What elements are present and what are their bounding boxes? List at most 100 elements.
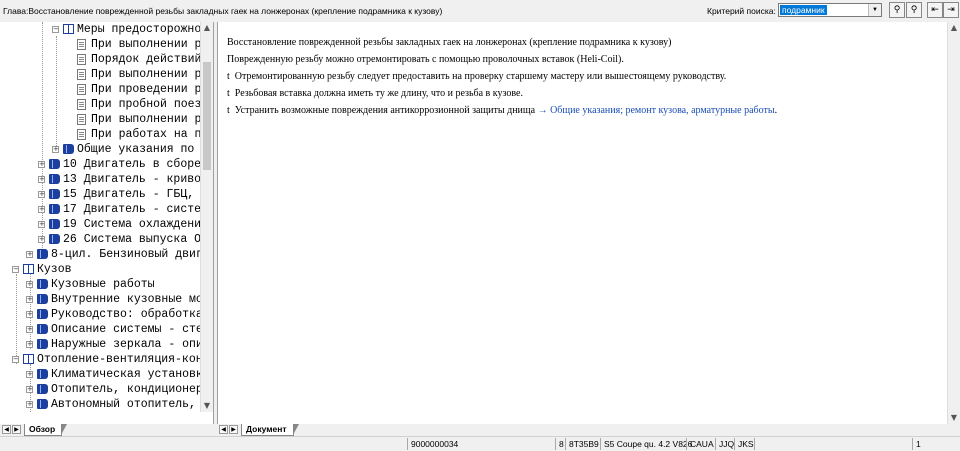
tree-item[interactable]: + Внутренние кузовные мо: [0, 292, 200, 307]
expand-icon[interactable]: +: [26, 251, 33, 258]
tree-item-label: Порядок действий: [91, 53, 200, 66]
scroll-down-icon[interactable]: ▼: [201, 400, 213, 412]
title-bar: Глава:Восстановление поврежденной резьбы…: [0, 0, 960, 22]
tab-prev-button[interactable]: ◀: [219, 425, 228, 434]
search-combobox[interactable]: подрамник ▼: [778, 3, 882, 17]
open-book-icon: [63, 24, 74, 34]
tree-item-label: 8-цил. Бензиновый двиг: [51, 248, 200, 261]
chevron-right-icon: ▶: [231, 426, 236, 433]
expand-icon[interactable]: +: [38, 191, 45, 198]
back-button[interactable]: ⇤: [927, 2, 943, 18]
tree-item[interactable]: +19 Система охлаждени: [0, 217, 200, 232]
scroll-thumb[interactable]: [203, 62, 211, 170]
search-next-button[interactable]: ⚲: [906, 2, 922, 18]
tree-item[interactable]: +26 Система выпуска О: [0, 232, 200, 247]
document-icon: [77, 54, 86, 65]
bullet-glyph: t: [227, 71, 230, 82]
search-input[interactable]: подрамник: [780, 5, 827, 15]
tab-prev-button[interactable]: ◀: [2, 425, 11, 434]
tree-item-label: Кузов: [37, 263, 72, 276]
tree-item[interactable]: При пробной поезд: [0, 97, 200, 112]
forward-button[interactable]: ⇥: [943, 2, 959, 18]
arrow-right-icon: ⇥: [947, 5, 955, 15]
expand-icon[interactable]: +: [26, 386, 33, 393]
tree-item[interactable]: При выполнении р: [0, 67, 200, 82]
book-icon: [37, 294, 48, 304]
expand-icon[interactable]: +: [26, 326, 33, 333]
tree-item[interactable]: + Наружные зеркала - опи: [0, 337, 200, 352]
book-icon: [37, 339, 48, 349]
tree-scrollbar[interactable]: ▲ ▼: [200, 22, 213, 412]
tab-document[interactable]: Документ: [241, 424, 299, 436]
expand-icon[interactable]: +: [38, 176, 45, 183]
book-icon: [63, 144, 74, 154]
book-icon: [37, 309, 48, 319]
cross-reference-link[interactable]: → Общие указания; ремонт кузова, арматур…: [538, 105, 775, 116]
expand-icon[interactable]: +: [26, 296, 33, 303]
tree-item[interactable]: При проведении р: [0, 82, 200, 97]
tab-overview[interactable]: Обзор: [24, 424, 68, 436]
tree-item[interactable]: При выполнении р: [0, 37, 200, 52]
status-cell: 1: [912, 438, 960, 450]
tree-item[interactable]: − Кузов: [0, 262, 200, 277]
left-tabstrip: ◀ ▶ Обзор: [0, 424, 213, 436]
document-scrollbar[interactable]: ▲ ▼: [947, 22, 960, 424]
tree-item[interactable]: Порядок действий: [0, 52, 200, 67]
expand-icon[interactable]: +: [38, 161, 45, 168]
tree-item[interactable]: − Отопление-вентиляция-кон: [0, 352, 200, 367]
tree-item[interactable]: При выполнении р: [0, 112, 200, 127]
tree-item[interactable]: +17 Двигатель - систе: [0, 202, 200, 217]
tab-next-button[interactable]: ▶: [229, 425, 238, 434]
expand-icon[interactable]: +: [26, 281, 33, 288]
bullet-text: Устранить возможные повреждения антикорр…: [234, 105, 536, 116]
tree-item-label: Автономный отопитель,: [51, 398, 196, 411]
scroll-up-icon[interactable]: ▲: [201, 22, 213, 34]
book-icon: [37, 249, 48, 259]
document-content: Восстановление поврежденной резьбы закла…: [227, 34, 947, 119]
expand-icon[interactable]: +: [38, 221, 45, 228]
tree-item[interactable]: + Климатическая установк: [0, 367, 200, 382]
tree-item[interactable]: +15 Двигатель - ГБЦ,: [0, 187, 200, 202]
chevron-down-icon[interactable]: ▼: [868, 4, 881, 16]
scroll-up-icon[interactable]: ▲: [948, 22, 960, 34]
expand-icon[interactable]: +: [26, 311, 33, 318]
collapse-icon[interactable]: −: [52, 26, 59, 33]
scroll-down-icon[interactable]: ▼: [948, 412, 960, 424]
expand-icon[interactable]: +: [52, 146, 59, 153]
tab-next-button[interactable]: ▶: [12, 425, 21, 434]
tree-item[interactable]: + Автономный отопитель,: [0, 397, 200, 412]
tree-item[interactable]: + Кузовные работы: [0, 277, 200, 292]
book-icon: [49, 204, 60, 214]
expand-icon[interactable]: +: [26, 401, 33, 408]
tree-item[interactable]: + Общие указания по: [0, 142, 200, 157]
tree-item[interactable]: + Руководство: обработка: [0, 307, 200, 322]
tree-item-label: 15 Двигатель - ГБЦ,: [63, 188, 195, 201]
tree-item[interactable]: +10 Двигатель в сборе: [0, 157, 200, 172]
expand-icon[interactable]: +: [38, 206, 45, 213]
expand-icon[interactable]: +: [38, 236, 45, 243]
tree-item[interactable]: − Меры предосторожно: [0, 22, 200, 37]
document-icon: [77, 84, 86, 95]
search-button[interactable]: ⚲: [889, 2, 905, 18]
tree-item-label: Внутренние кузовные мо: [51, 293, 200, 306]
tree-item-label: Климатическая установк: [51, 368, 200, 381]
contents-tree[interactable]: − Меры предосторожно При выполнении р Поряд…: [0, 22, 200, 412]
expand-icon[interactable]: +: [26, 341, 33, 348]
status-cell: JKS: [734, 438, 754, 450]
tree-item[interactable]: + Отопитель, кондиционер: [0, 382, 200, 397]
document-intro: Поврежденную резьбу можно отремонтироват…: [227, 54, 624, 65]
collapse-icon[interactable]: −: [12, 266, 19, 273]
book-icon: [49, 234, 60, 244]
tree-item-label: При выполнении р: [91, 68, 200, 81]
chapter-title: Глава:Восстановление поврежденной резьбы…: [3, 6, 443, 16]
tree-item[interactable]: При работах на п: [0, 127, 200, 142]
status-bar: 9000000034 8 8T35B9 S5 Coupe qu. 4.2 V82…: [0, 436, 960, 451]
expand-icon[interactable]: +: [26, 371, 33, 378]
tree-item[interactable]: +13 Двигатель - криво: [0, 172, 200, 187]
document-pane: Восстановление поврежденной резьбы закла…: [217, 22, 960, 424]
tree-item[interactable]: +8-цил. Бензиновый двиг: [0, 247, 200, 262]
tree-item[interactable]: + Описание системы - сте: [0, 322, 200, 337]
collapse-icon[interactable]: −: [12, 356, 19, 363]
chevron-left-icon: ◀: [4, 426, 9, 433]
tree-item-label: 17 Двигатель - систе: [63, 203, 200, 216]
